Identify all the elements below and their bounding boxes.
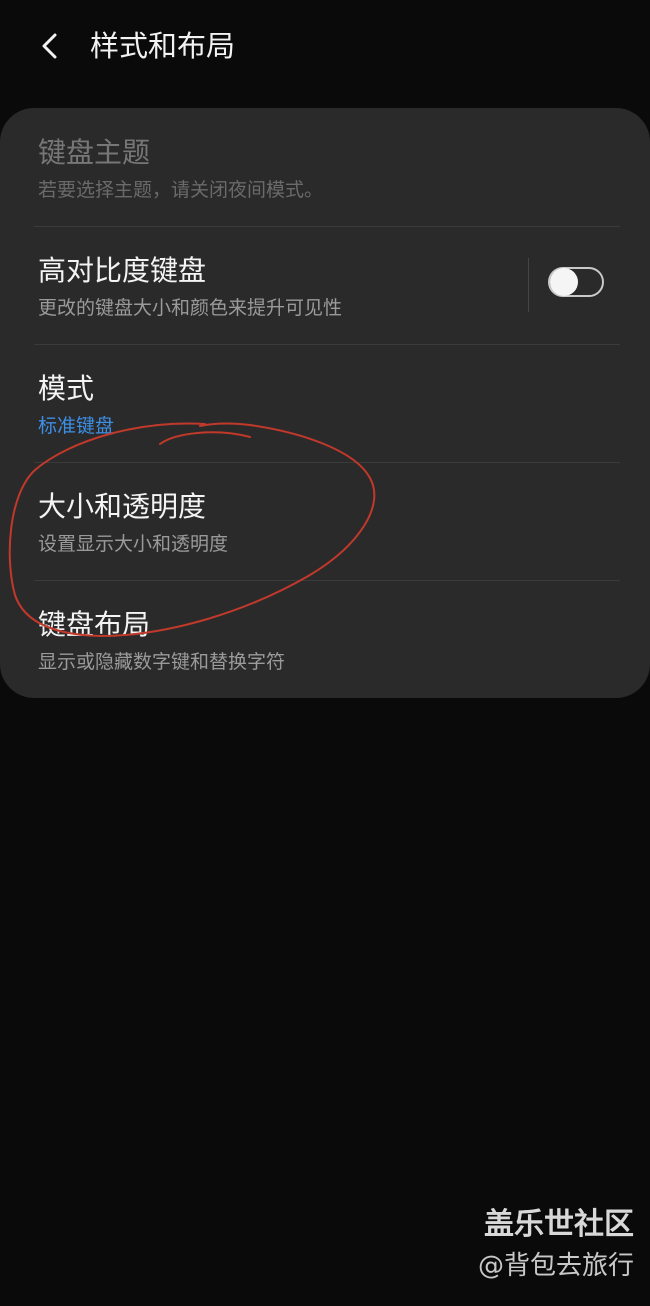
app-header: 样式和布局 <box>0 0 650 92</box>
setting-keyboard-theme[interactable]: 键盘主题 若要选择主题，请关闭夜间模式。 <box>0 108 650 226</box>
setting-subtitle: 标准键盘 <box>38 415 115 437</box>
setting-subtitle: 若要选择主题，请关闭夜间模式。 <box>38 179 324 201</box>
page-title: 样式和布局 <box>90 29 236 63</box>
setting-subtitle: 更改的键盘大小和颜色来提升可见性 <box>38 297 343 319</box>
back-button[interactable] <box>28 24 72 68</box>
chevron-left-icon <box>42 33 57 59</box>
setting-mode[interactable]: 模式 标准键盘 <box>0 344 650 462</box>
setting-subtitle: 显示或隐藏数字键和替换字符 <box>38 651 286 673</box>
setting-title: 键盘布局 <box>38 608 151 641</box>
toggle-knob <box>550 268 578 296</box>
watermark-user: @背包去旅行 <box>477 1251 634 1281</box>
watermark-brand: 盖乐世社区 <box>484 1207 634 1242</box>
setting-title: 键盘主题 <box>38 136 151 169</box>
setting-title: 大小和透明度 <box>38 490 207 523</box>
vertical-separator <box>528 258 529 312</box>
setting-high-contrast-keyboard[interactable]: 高对比度键盘 更改的键盘大小和颜色来提升可见性 <box>0 226 650 344</box>
setting-title: 高对比度键盘 <box>38 254 207 287</box>
high-contrast-toggle[interactable] <box>548 267 604 297</box>
setting-keyboard-layout[interactable]: 键盘布局 显示或隐藏数字键和替换字符 <box>0 580 650 698</box>
settings-card: 键盘主题 若要选择主题，请关闭夜间模式。 高对比度键盘 更改的键盘大小和颜色来提… <box>0 108 650 698</box>
setting-title: 模式 <box>38 372 95 405</box>
setting-size-and-transparency[interactable]: 大小和透明度 设置显示大小和透明度 <box>0 462 650 580</box>
setting-subtitle: 设置显示大小和透明度 <box>38 533 229 555</box>
